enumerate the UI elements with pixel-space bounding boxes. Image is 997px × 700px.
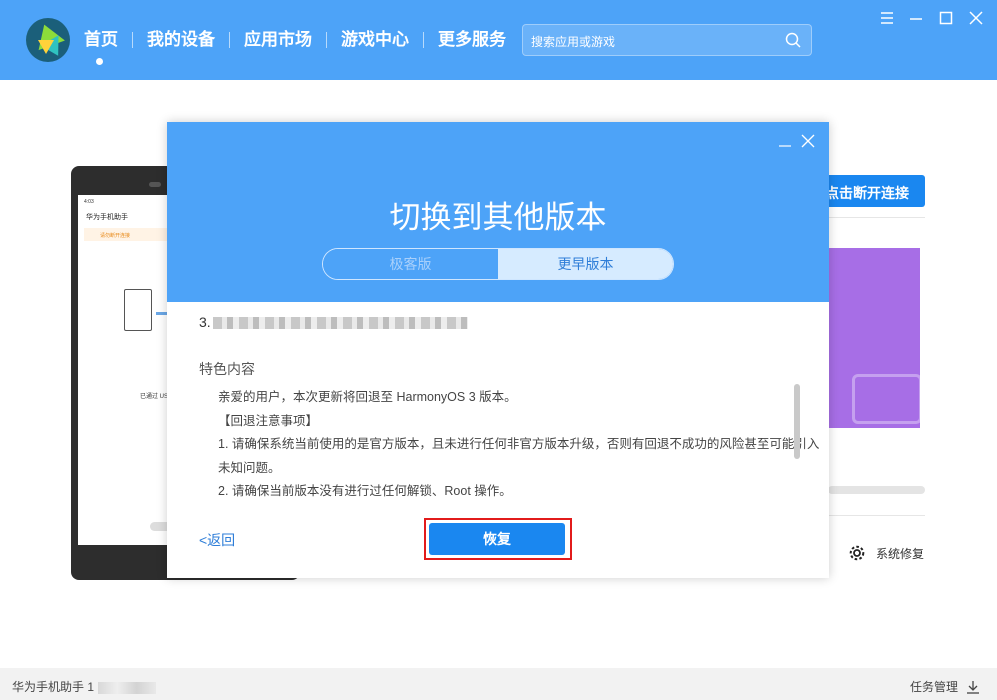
promo-banner[interactable] bbox=[828, 248, 920, 428]
phone-status-time: 4:03 bbox=[84, 199, 94, 205]
folder-icon bbox=[852, 374, 920, 424]
divider bbox=[828, 515, 925, 516]
feature-title: 特色内容 bbox=[199, 361, 255, 377]
feature-text: 亲爱的用户，本次更新将回退至 HarmonyOS 3 版本。 【回退注意事项】 … bbox=[218, 386, 820, 504]
divider bbox=[828, 217, 925, 218]
close-icon[interactable] bbox=[968, 10, 984, 26]
phone-speaker bbox=[149, 182, 161, 187]
nav-divider bbox=[423, 32, 424, 48]
version-line-blurred bbox=[212, 317, 468, 330]
status-bar: 华为手机助手 1 任务管理 bbox=[0, 668, 997, 700]
version-line-number: 3. bbox=[199, 314, 211, 330]
nav-game-center[interactable]: 游戏中心 bbox=[341, 28, 409, 52]
gear-icon bbox=[849, 545, 865, 561]
feature-line: 【回退注意事项】 bbox=[218, 413, 319, 428]
feature-line: 2. 请确保当前版本没有进行过任何解锁、Root 操作。 bbox=[218, 484, 512, 498]
nav-more-services[interactable]: 更多服务 bbox=[438, 28, 506, 52]
nav-my-devices[interactable]: 我的设备 bbox=[147, 28, 215, 52]
back-link[interactable]: <返回 bbox=[199, 530, 235, 550]
app-version: 华为手机助手 1 bbox=[12, 678, 157, 695]
tab-earlier-version[interactable]: 更早版本 bbox=[498, 249, 673, 279]
version-tabs: 极客版 更早版本 bbox=[322, 248, 674, 280]
nav-home[interactable]: 首页 bbox=[84, 28, 118, 52]
system-repair-label: 系统修复 bbox=[876, 546, 925, 561]
storage-progress-bar bbox=[828, 486, 925, 494]
dialog-close-icon[interactable] bbox=[801, 134, 815, 148]
search-input[interactable]: 搜索应用或游戏 bbox=[522, 24, 812, 56]
content-scrollbar[interactable] bbox=[794, 384, 800, 459]
nav-divider bbox=[326, 32, 327, 48]
dialog-minimize-icon[interactable] bbox=[779, 140, 791, 152]
phone-illustration-device bbox=[124, 289, 152, 331]
maximize-icon[interactable] bbox=[938, 10, 954, 26]
download-icon bbox=[967, 680, 980, 694]
menu-icon[interactable] bbox=[879, 10, 895, 26]
task-manager-button[interactable]: 任务管理 bbox=[910, 678, 980, 695]
app-name: 华为手机助手 bbox=[12, 680, 85, 694]
nav-app-market[interactable]: 应用市场 bbox=[244, 28, 312, 52]
feature-line: 未知问题。 bbox=[218, 460, 281, 475]
minimize-icon[interactable] bbox=[908, 10, 924, 26]
tab-geek-version[interactable]: 极客版 bbox=[323, 249, 498, 279]
nav-divider bbox=[132, 32, 133, 48]
dialog-header: 切换到其他版本 极客版 更早版本 bbox=[167, 122, 829, 302]
dialog-title: 切换到其他版本 bbox=[389, 200, 607, 235]
feature-line: 亲爱的用户，本次更新将回退至 HarmonyOS 3 版本。 bbox=[218, 390, 517, 404]
restore-button[interactable]: 恢复 bbox=[429, 523, 565, 555]
app-logo[interactable] bbox=[26, 18, 70, 62]
main-nav: 首页 我的设备 应用市场 游戏中心 更多服务 bbox=[84, 28, 506, 65]
dialog-body: 3. 特色内容 亲爱的用户，本次更新将回退至 HarmonyOS 3 版本。 【… bbox=[167, 302, 829, 512]
phone-app-title: 华为手机助手 bbox=[86, 214, 128, 221]
version-line: 3. bbox=[199, 314, 468, 330]
search-placeholder: 搜索应用或游戏 bbox=[531, 35, 616, 49]
switch-version-dialog: 切换到其他版本 极客版 更早版本 3. 特色内容 亲爱的用户，本次更新将回退至 … bbox=[167, 122, 829, 578]
system-repair-button[interactable]: 系统修复 bbox=[848, 544, 924, 562]
version-blurred bbox=[98, 681, 157, 694]
nav-divider bbox=[229, 32, 230, 48]
nav-active-indicator bbox=[96, 58, 103, 65]
top-bar: 首页 我的设备 应用市场 游戏中心 更多服务 搜索应用或游戏 bbox=[0, 0, 997, 80]
version-prefix: 1 bbox=[87, 680, 95, 694]
task-manager-label: 任务管理 bbox=[910, 680, 959, 694]
search-icon[interactable] bbox=[785, 32, 801, 48]
feature-line: 1. 请确保系统当前使用的是官方版本，且未进行任何非官方版本升级，否则有回退不成… bbox=[218, 437, 820, 451]
